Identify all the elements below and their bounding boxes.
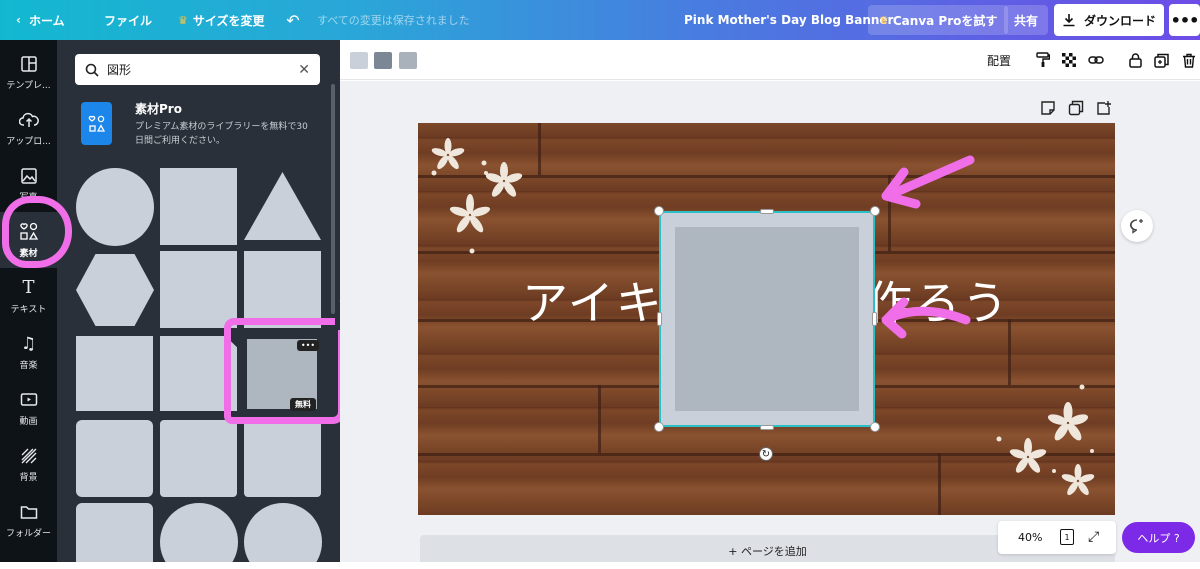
shape-square-4[interactable]: [76, 336, 153, 411]
shape-square-3[interactable]: [244, 251, 321, 328]
shape-triangle[interactable]: [244, 172, 321, 240]
undo-icon[interactable]: ↶: [284, 0, 302, 40]
photo-icon: [19, 166, 39, 186]
crown-icon: ♛: [178, 13, 188, 27]
highlight-box: [224, 318, 345, 424]
flower-decoration-icon: [431, 138, 523, 254]
page-count-icon[interactable]: 1: [1060, 529, 1074, 545]
canva-editor: ‹ ホーム ファイル ♛ サイズを変更 ↶ すべての変更は保存されました Pin…: [0, 0, 1200, 569]
search-input[interactable]: 図形 ✕: [75, 54, 320, 85]
folder-icon: [19, 502, 39, 522]
color-swatch-2[interactable]: [374, 52, 392, 69]
transparency-icon[interactable]: [1060, 50, 1078, 70]
highlight-oval: [2, 196, 72, 268]
clear-search-icon[interactable]: ✕: [298, 62, 310, 78]
resize-handle-left[interactable]: [657, 312, 662, 326]
plank-seam: [598, 385, 601, 453]
comment-icon: [1129, 219, 1143, 234]
video-icon: [19, 390, 39, 410]
elements-pro-promo[interactable]: 素材Pro プレミアム素材のライブラリーを無料で30日間ご利用ください。: [81, 100, 311, 150]
document-title[interactable]: Pink Mother's Day Blog Banner: [684, 0, 893, 40]
rail-item-templates[interactable]: テンプレ...: [0, 44, 57, 100]
paint-roller-icon[interactable]: [1034, 50, 1052, 70]
arrow-annotation-icon: [881, 297, 971, 339]
shape-square[interactable]: [160, 168, 237, 245]
headline-text-left[interactable]: アイキ: [522, 267, 664, 333]
top-bar: ‹ ホーム ファイル ♛ サイズを変更 ↶ すべての変更は保存されました Pin…: [0, 0, 1200, 40]
rail-item-text[interactable]: T テキスト: [0, 268, 57, 324]
rail-item-video[interactable]: 動画: [0, 380, 57, 436]
arrow-annotation-icon: [881, 155, 975, 209]
search-icon: [85, 63, 99, 77]
resize-button[interactable]: ♛ サイズを変更: [178, 0, 265, 40]
help-button[interactable]: ヘルプ ?: [1122, 522, 1195, 553]
bottom-strip: [0, 562, 1200, 569]
resize-handle-top[interactable]: [760, 209, 774, 214]
link-icon[interactable]: [1086, 50, 1106, 70]
search-query: 図形: [107, 63, 132, 77]
rail-item-music[interactable]: ♫ 音楽: [0, 324, 57, 380]
duplicate-page-icon[interactable]: [1068, 100, 1084, 116]
resize-handle-br[interactable]: [870, 422, 880, 432]
rail-item-background[interactable]: 背景: [0, 436, 57, 492]
background-icon: [19, 446, 39, 466]
page-count: 1: [1064, 532, 1070, 542]
lock-icon[interactable]: [1126, 50, 1144, 70]
shape-circle-2[interactable]: [160, 503, 238, 569]
zoom-controls: 40% 1 ⤢: [998, 521, 1116, 554]
promo-title: 素材Pro: [135, 102, 182, 116]
shape-circle[interactable]: [76, 168, 154, 246]
resize-handle-bl[interactable]: [654, 422, 664, 432]
template-icon: [19, 54, 39, 74]
resize-handle-tl[interactable]: [654, 206, 664, 216]
notes-icon[interactable]: [1040, 100, 1056, 116]
try-pro-button[interactable]: ♛ Canva Proを試す: [868, 5, 1009, 35]
shape-rounded-square-2[interactable]: [160, 420, 237, 497]
color-swatch-1[interactable]: [350, 52, 368, 69]
rail-item-folder[interactable]: フォルダー: [0, 492, 57, 548]
file-menu[interactable]: ファイル: [104, 0, 152, 40]
add-comment-button[interactable]: [1121, 210, 1153, 242]
add-page-icon[interactable]: [1096, 100, 1112, 116]
download-button[interactable]: ダウンロード: [1054, 4, 1164, 36]
save-status: すべての変更は保存されました: [317, 14, 470, 27]
zoom-level[interactable]: 40%: [1018, 531, 1042, 544]
shape-hexagon[interactable]: [76, 254, 154, 326]
upload-icon: [18, 110, 39, 130]
text-icon: T: [22, 277, 35, 298]
selected-square-inner: [675, 227, 859, 411]
shape-rounded-square-4[interactable]: [76, 503, 153, 569]
shape-circle-3[interactable]: [244, 503, 322, 569]
rail-item-uploads[interactable]: アップロ...: [0, 100, 57, 156]
share-button[interactable]: 共有: [1004, 5, 1049, 35]
plank-seam: [938, 453, 941, 515]
shape-rounded-square-3[interactable]: [244, 420, 321, 497]
context-toolbar: 配置: [340, 40, 1200, 80]
elements-panel: 図形 ✕ 素材Pro プレミアム素材のライブラリーを無料で30日間ご利用ください…: [57, 40, 340, 569]
home-button[interactable]: ‹ ホーム: [16, 0, 65, 40]
duplicate-icon[interactable]: [1152, 50, 1170, 70]
trash-icon[interactable]: [1180, 50, 1198, 70]
more-options-icon[interactable]: •••: [1169, 4, 1200, 36]
shape-rounded-square[interactable]: [76, 420, 153, 497]
left-rail: テンプレ... アップロ... 写真 素材 T テキスト ♫ 音楽 動画 背景: [0, 40, 57, 569]
flower-decoration-icon: [996, 384, 1095, 496]
resize-handle-bottom[interactable]: [760, 425, 774, 430]
promo-description: プレミアム素材のライブラリーを無料で30日間ご利用ください。: [135, 122, 308, 146]
download-icon: [1063, 14, 1075, 27]
chevron-left-icon: ‹: [16, 13, 21, 27]
elements-pro-logo: [81, 102, 112, 145]
arrange-button[interactable]: 配置: [986, 50, 1012, 70]
music-icon: ♫: [20, 333, 37, 354]
color-swatch-3[interactable]: [399, 52, 417, 69]
rotate-icon[interactable]: ↻: [759, 447, 773, 461]
fullscreen-icon[interactable]: ⤢: [1088, 529, 1099, 545]
shape-square-2[interactable]: [160, 251, 237, 328]
crown-icon: ♛: [879, 13, 889, 27]
